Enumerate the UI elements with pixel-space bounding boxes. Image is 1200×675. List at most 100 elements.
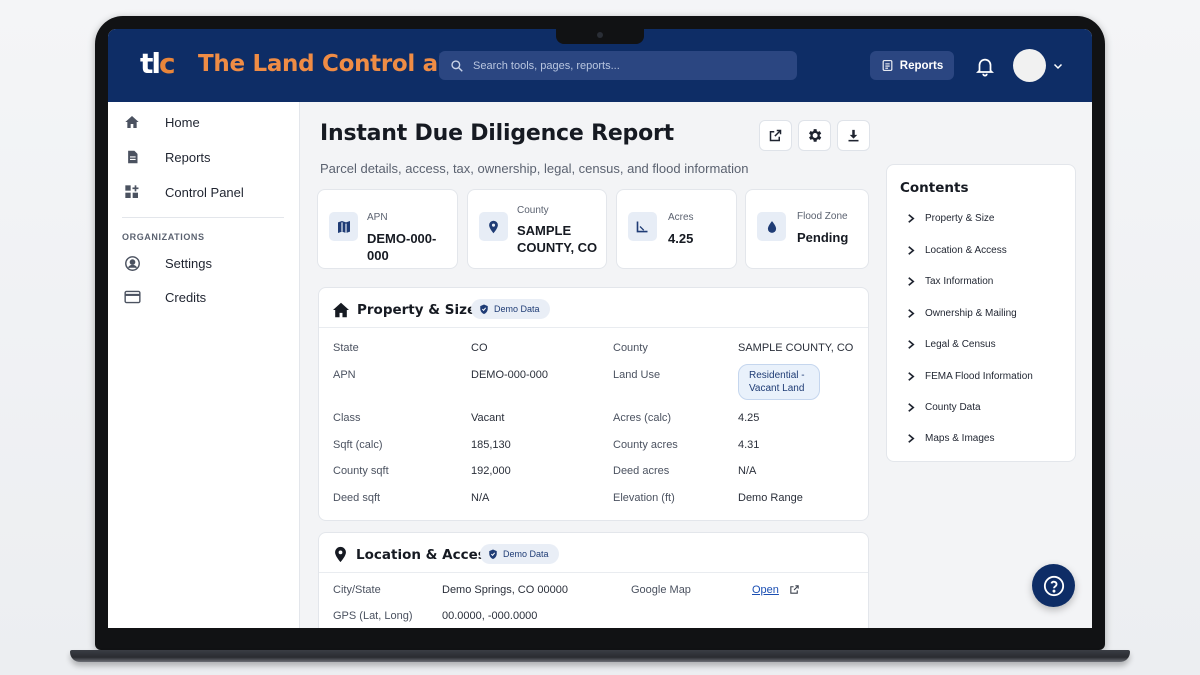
external-link-icon[interactable] [789, 584, 800, 595]
sidebar-divider [122, 217, 284, 218]
shield-icon [489, 549, 497, 559]
reports-button-label: Reports [899, 59, 944, 72]
sidebar-item-label: Home [165, 114, 200, 130]
chevron-right-icon [908, 371, 915, 381]
field-label: Land Use [613, 369, 661, 381]
app-logo[interactable]: tlc [140, 47, 176, 80]
field-label: Class [333, 412, 361, 424]
document-icon [122, 149, 142, 165]
field-label: Deed sqft [333, 492, 381, 504]
chevron-right-icon [908, 433, 915, 443]
contents-title: Contents [900, 180, 969, 196]
toc-item-fema-flood[interactable]: FEMA Flood Information [907, 368, 1033, 384]
chevron-down-icon[interactable] [1052, 60, 1064, 72]
demo-data-badge: Demo Data [480, 544, 559, 564]
field-value: 4.31 [738, 439, 760, 451]
bell-icon[interactable] [974, 55, 996, 77]
app-title: The Land Control ai [198, 51, 446, 77]
search-input[interactable] [473, 59, 773, 72]
credit-card-icon [122, 290, 142, 304]
toc-item-property-size[interactable]: Property & Size [907, 210, 994, 226]
user-circle-icon [122, 255, 142, 272]
reports-button[interactable]: Reports [870, 51, 954, 80]
open-external-button[interactable] [759, 120, 792, 151]
sidebar-item-home[interactable]: Home [122, 110, 292, 134]
toc-item-label: Tax Information [925, 275, 994, 287]
stat-card-county: County SAMPLE COUNTY, CO [467, 189, 607, 269]
sidebar: Home Reports Control Panel ORGANIZATIONS… [108, 102, 300, 628]
field-label: County sqft [333, 465, 389, 477]
user-avatar[interactable] [1013, 49, 1046, 82]
help-icon [1043, 575, 1064, 596]
stat-label: Flood Zone [797, 211, 848, 222]
badge-label: Demo Data [494, 304, 540, 314]
sidebar-item-label: Control Panel [165, 184, 244, 200]
search-icon [451, 59, 463, 72]
location-pin-icon [479, 212, 508, 241]
sidebar-item-control-panel[interactable]: Control Panel [122, 180, 292, 204]
toc-item-county-data[interactable]: County Data [907, 399, 981, 415]
sidebar-item-reports[interactable]: Reports [122, 145, 292, 169]
home-icon [122, 114, 142, 130]
field-value: 185,130 [471, 439, 511, 451]
stat-label: APN [367, 212, 388, 223]
app-screen: tlc The Land Control ai Reports Home Rep… [108, 29, 1092, 628]
chevron-right-icon [908, 213, 915, 223]
badge-label: Demo Data [503, 549, 549, 559]
toc-item-label: Location & Access [925, 244, 1007, 256]
section-header: Location & Access Demo Data [319, 533, 868, 573]
field-value: SAMPLE COUNTY, CO [738, 342, 854, 354]
external-link-icon [769, 129, 782, 142]
page-subtitle: Parcel details, access, tax, ownership, … [320, 161, 749, 176]
toc-item-location-access[interactable]: Location & Access [907, 242, 1007, 258]
area-ruler-icon [628, 212, 657, 241]
toc-item-label: County Data [925, 401, 981, 413]
toc-item-label: FEMA Flood Information [925, 370, 1033, 382]
stat-label: County [517, 205, 549, 216]
sidebar-item-label: Settings [165, 255, 212, 271]
settings-button[interactable] [798, 120, 831, 151]
field-value: Demo Springs, CO 00000 [442, 584, 568, 596]
stat-value: Pending [797, 230, 849, 245]
field-value: Vacant [471, 412, 505, 424]
camera-icon [597, 32, 603, 38]
field-label: State [333, 342, 359, 354]
field-label: County [613, 342, 648, 354]
sidebar-section-label: ORGANIZATIONS [122, 232, 205, 242]
chevron-right-icon [908, 245, 915, 255]
section-title: Location & Access [356, 547, 494, 563]
toc-item-legal-census[interactable]: Legal & Census [907, 336, 996, 352]
field-value: N/A [471, 492, 490, 504]
field-value: 00.0000, -000.0000 [442, 610, 538, 622]
gear-icon [809, 129, 822, 142]
sidebar-item-label: Reports [165, 149, 211, 165]
shield-icon [480, 304, 488, 314]
help-button[interactable] [1032, 564, 1075, 607]
field-value: 192,000 [471, 465, 511, 477]
field-label: City/State [333, 584, 381, 596]
field-label: County acres [613, 439, 678, 451]
toc-item-label: Property & Size [925, 212, 995, 224]
demo-data-badge: Demo Data [471, 299, 550, 319]
contents-panel: Contents Property & Size Location & Acce… [886, 164, 1076, 462]
download-button[interactable] [837, 120, 870, 151]
field-label: GPS (Lat, Long) [333, 610, 413, 622]
google-map-open-link[interactable]: Open [752, 584, 779, 596]
sidebar-item-credits[interactable]: Credits [122, 285, 292, 309]
toc-item-ownership-mailing[interactable]: Ownership & Mailing [907, 305, 1017, 321]
stat-label: Acres [668, 212, 694, 223]
laptop-base [70, 650, 1130, 662]
toc-item-tax-information[interactable]: Tax Information [907, 273, 993, 289]
field-label: Google Map [631, 584, 691, 596]
search-bar[interactable] [439, 51, 797, 80]
property-size-section: Property & Size Demo Data State CO APN D… [318, 287, 869, 521]
toc-item-maps-images[interactable]: Maps & Images [907, 430, 994, 446]
section-header: Property & Size Demo Data [319, 288, 868, 328]
stat-value: 4.25 [668, 231, 694, 246]
toc-item-label: Legal & Census [925, 338, 996, 350]
land-use-tag: Residential - Vacant Land [738, 364, 820, 400]
stat-card-apn: APN DEMO-000-000 [317, 189, 458, 269]
field-label: Acres (calc) [613, 412, 672, 424]
sidebar-item-settings[interactable]: Settings [122, 251, 292, 275]
field-label: Deed acres [613, 465, 670, 477]
